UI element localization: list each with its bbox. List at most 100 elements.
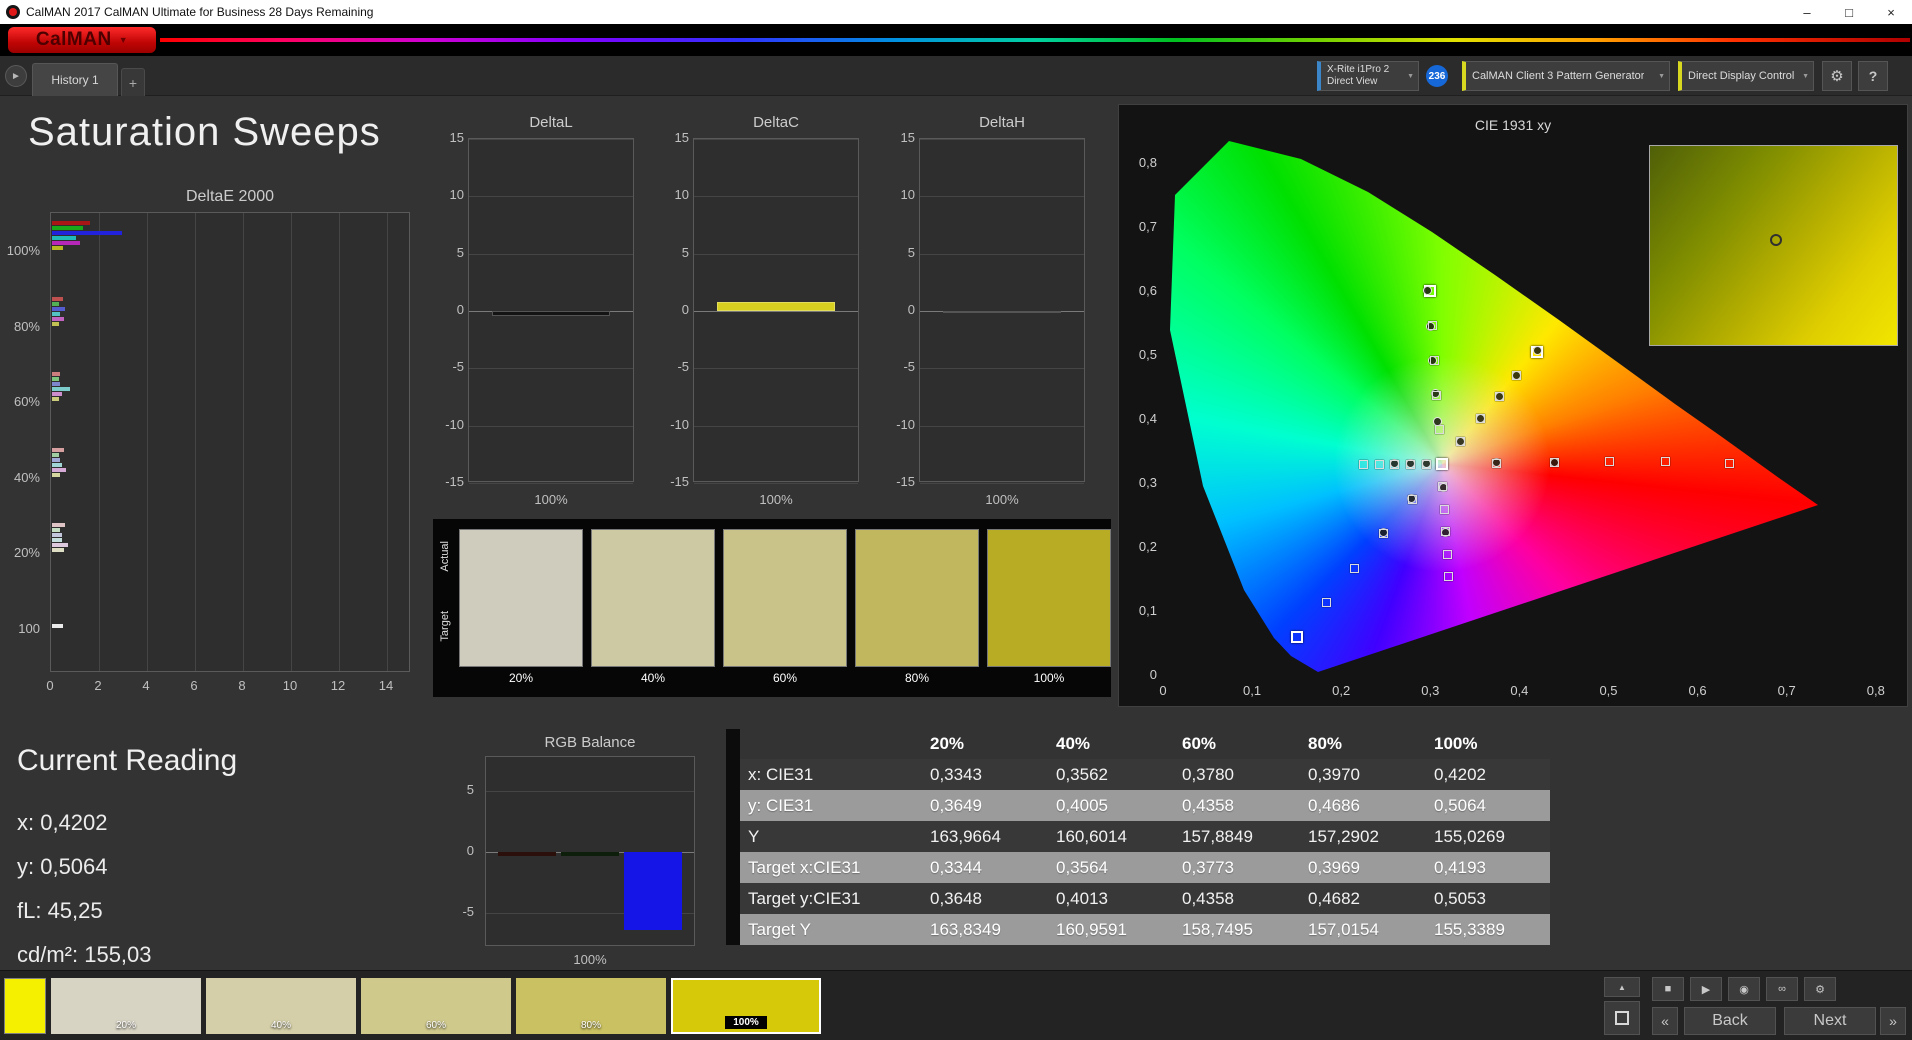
- saturation-swatch: [855, 529, 979, 667]
- deltae-bar: [52, 623, 63, 628]
- axis-tick-label: 0,7: [1777, 683, 1796, 698]
- deltae-y-axis: 100% 80% 60% 40% 20% 100: [0, 212, 44, 672]
- axis-tick-label: 0: [456, 302, 464, 317]
- deltae-bar-group: [52, 372, 70, 401]
- close-button[interactable]: ×: [1870, 0, 1912, 24]
- cie-target-marker: [1494, 391, 1504, 401]
- pattern-swatch-button[interactable]: 80%: [516, 978, 666, 1034]
- deltae-bar: [52, 457, 61, 462]
- deltae-bar: [52, 301, 59, 306]
- table-cell: 0,3969: [1308, 858, 1360, 877]
- current-reading-block: Current Reading x: 0,4202 y: 0,5064 fL: …: [17, 744, 347, 970]
- table-row-label: Y: [748, 827, 760, 846]
- axis-tick-label: 10: [449, 187, 464, 203]
- table-cell: 163,9664: [930, 827, 1001, 846]
- cie-inset-measured-point: [1770, 234, 1782, 246]
- settings-button[interactable]: ⚙: [1822, 61, 1852, 91]
- reading-fl: fL: 45,25: [17, 898, 103, 923]
- chart-title: DeltaL: [529, 114, 573, 131]
- collapse-button[interactable]: ▲: [1604, 977, 1640, 997]
- pattern-swatch-button[interactable]: 60%: [361, 978, 511, 1034]
- pattern-swatch-button[interactable]: 40%: [206, 978, 356, 1034]
- table-cell: 155,0269: [1434, 827, 1505, 846]
- tab-history-1[interactable]: History 1: [32, 63, 118, 96]
- axis-tick-label: 15: [674, 130, 689, 145]
- cie-zoom-inset: [1649, 145, 1898, 346]
- cie-target-marker: [1321, 597, 1331, 607]
- table-header-cell: 100%: [1434, 734, 1478, 753]
- rgb-balance-chart: RGB Balance 5 0 -5 100%: [440, 734, 740, 970]
- table-cell: 0,3780: [1182, 765, 1234, 784]
- options-button[interactable]: ⚙: [1804, 977, 1836, 1001]
- meter-status-badge[interactable]: 236: [1426, 65, 1448, 87]
- calman-logo-text: CalMAN: [35, 29, 112, 50]
- meter-name: X-Rite i1Pro 2: [1327, 64, 1390, 75]
- saturation-swatch: [459, 529, 583, 667]
- table-header-cell: 20%: [930, 734, 965, 753]
- table-cell: 0,3343: [930, 765, 982, 784]
- table-row-label: Target Y: [748, 920, 812, 939]
- deltae-bar: [52, 387, 70, 391]
- stop-button[interactable]: ■: [1652, 977, 1684, 1001]
- workspace: Saturation Sweeps DeltaE 2000 100% 80% 60%…: [0, 96, 1912, 970]
- deltae-bar: [52, 523, 66, 527]
- rgb-balance-bar: [498, 852, 556, 857]
- back-chevron-button[interactable]: «: [1652, 1007, 1678, 1035]
- deltae-bar: [52, 467, 67, 472]
- back-button[interactable]: Back: [1684, 1007, 1776, 1035]
- next-chevron-button[interactable]: »: [1880, 1007, 1906, 1035]
- add-tab-button[interactable]: +: [121, 68, 145, 96]
- gridline: [469, 483, 633, 484]
- cie-1931-panel: CIE 1931 xy 0 0,1 0,2 0,3 0,4 0,5 0,6 0,7 0,8 0,8…: [1118, 104, 1908, 707]
- next-button[interactable]: Next: [1784, 1007, 1876, 1035]
- deltaC-y-axis: 15 10 5 0 -5 -10 -15: [655, 130, 689, 489]
- table-cell: 0,4358: [1182, 796, 1234, 815]
- deltae-row-label: 100: [18, 620, 40, 636]
- chevron-down-icon: ▼: [1802, 72, 1809, 80]
- table-row: Target y:CIE31 0,3648 0,4013 0,4358 0,4682 0,…: [726, 883, 1550, 914]
- table-cell: 157,8849: [1182, 827, 1253, 846]
- cie-target-marker: [1432, 390, 1442, 400]
- table-header-cell: [740, 729, 920, 759]
- titlebar: CalMAN 2017 CalMAN Ultimate for Business…: [0, 0, 1912, 24]
- pattern-window-button[interactable]: [1604, 1001, 1640, 1035]
- window-controls: – □ ×: [1786, 0, 1912, 24]
- cie-target-marker: [1350, 563, 1360, 573]
- display-control-dropdown[interactable]: Direct Display Control ▼: [1678, 61, 1814, 91]
- swatch-label: 20%: [508, 671, 534, 685]
- table-row-label: Target x:CIE31: [748, 858, 861, 877]
- axis-tick-label: 0,4: [1510, 683, 1529, 698]
- gridline: [920, 483, 1084, 484]
- pattern-source-dropdown[interactable]: CalMAN Client 3 Pattern Generator ▼: [1462, 61, 1670, 91]
- rainbow-gradient: [160, 38, 1910, 42]
- delta-bar: [942, 311, 1062, 314]
- continuous-read-button[interactable]: ∞: [1766, 977, 1798, 1001]
- table-row: Target Y 163,8349 160,9591 158,7495 157,0154…: [726, 914, 1550, 945]
- deltaL-y-axis: 15 10 5 0 -5 -10 -15: [430, 130, 464, 489]
- chart-title: RGB Balance: [544, 734, 636, 751]
- calman-menu-button[interactable]: CalMAN ▼: [8, 27, 156, 53]
- help-button[interactable]: ?: [1858, 61, 1888, 91]
- meter-label: X-Rite i1Pro 2 Direct View: [1327, 64, 1389, 88]
- pattern-swatch-button[interactable]: 100%: [671, 978, 821, 1034]
- deltae-bar: [52, 241, 80, 245]
- table-cell: 0,3344: [930, 858, 982, 877]
- axis-tick-label: 2: [94, 678, 102, 693]
- deltae-bar: [52, 226, 84, 230]
- cie-target-marker: [1440, 504, 1450, 514]
- play-button[interactable]: ▶: [1690, 977, 1722, 1001]
- deltae-bar: [52, 447, 64, 452]
- minimize-button[interactable]: –: [1786, 0, 1828, 24]
- axis-tick-label: 0,1: [1138, 603, 1157, 618]
- workflow-nav-button[interactable]: ►: [5, 65, 27, 87]
- axis-label: 100%: [985, 492, 1019, 507]
- axis-tick-label: -5: [677, 359, 689, 375]
- axis-tick-label: 0,6: [1688, 683, 1707, 698]
- table-left-strip: [726, 821, 740, 852]
- maximize-button[interactable]: □: [1828, 0, 1870, 24]
- pattern-swatch-button[interactable]: 20%: [51, 978, 201, 1034]
- swatch-label: 40%: [640, 671, 666, 685]
- axis-tick-label: 0,4: [1138, 411, 1157, 426]
- meter-dropdown[interactable]: X-Rite i1Pro 2 Direct View ▼: [1317, 61, 1419, 91]
- read-button[interactable]: ◉: [1728, 977, 1760, 1001]
